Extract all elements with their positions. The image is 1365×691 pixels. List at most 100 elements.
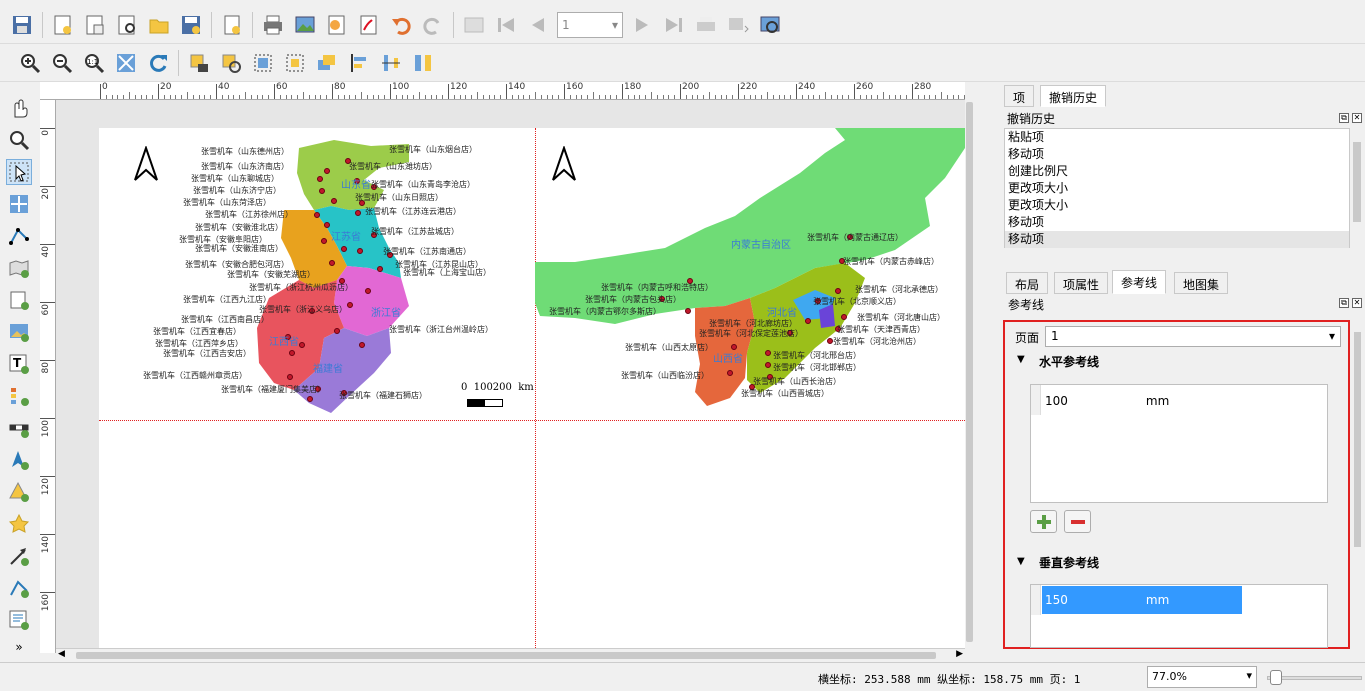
history-scrollbar[interactable]	[1351, 128, 1363, 248]
store-point[interactable]	[377, 266, 383, 272]
raise-items-icon[interactable]	[314, 50, 340, 76]
export-image-icon[interactable]	[292, 12, 318, 38]
vertical-guides-list[interactable]: 150 mm	[1030, 584, 1328, 648]
print-atlas-icon[interactable]	[693, 12, 719, 38]
add-3d-map-icon[interactable]	[6, 287, 32, 313]
atlas-page-combo[interactable]: 1 ▾	[557, 11, 623, 38]
store-point[interactable]	[321, 238, 327, 244]
store-point[interactable]	[287, 374, 293, 380]
store-point[interactable]	[334, 328, 340, 334]
new-page-icon[interactable]	[219, 12, 245, 38]
unlock-items-icon[interactable]	[218, 50, 244, 76]
store-point[interactable]	[331, 198, 337, 204]
store-point[interactable]	[835, 288, 841, 294]
distribute-icon[interactable]	[378, 50, 404, 76]
store-point[interactable]	[365, 288, 371, 294]
store-point[interactable]	[299, 342, 305, 348]
close-icon-2[interactable]: ✕	[1352, 298, 1362, 308]
collapse-horizontal-icon[interactable]: ▼	[1017, 354, 1025, 365]
remove-guide-button[interactable]	[1064, 510, 1091, 533]
move-content-icon[interactable]	[6, 191, 32, 217]
history-item[interactable]: 更改项大小	[1005, 180, 1349, 197]
previous-feature-icon[interactable]	[525, 12, 551, 38]
add-guide-button[interactable]	[1030, 510, 1057, 533]
store-point[interactable]	[314, 212, 320, 218]
store-point[interactable]	[805, 318, 811, 324]
tab-undo-history[interactable]: 撤销历史	[1040, 85, 1107, 107]
history-item[interactable]: 创建比例尺	[1005, 163, 1349, 180]
new-layout-icon[interactable]	[50, 12, 76, 38]
export-pdf-icon[interactable]	[356, 12, 382, 38]
add-marker-icon[interactable]	[6, 511, 32, 537]
store-point[interactable]	[319, 188, 325, 194]
store-point[interactable]	[307, 396, 313, 402]
atlas-settings-icon[interactable]	[757, 12, 783, 38]
align-left-icon[interactable]	[346, 50, 372, 76]
zoom-in-icon[interactable]	[17, 50, 43, 76]
zoom-slider-handle[interactable]	[1270, 670, 1282, 685]
horizontal-guide-row[interactable]: 100 mm	[1045, 387, 1169, 415]
vertical-scrollbar[interactable]	[965, 82, 975, 662]
map-item-north-china[interactable]: 张雪机车（内蒙古通辽店） 张雪机车（内蒙古赤峰店） 张雪机车（内蒙古呼和浩特店） 张雪…	[535, 128, 965, 418]
store-point[interactable]	[685, 308, 691, 314]
ungroup-items-icon[interactable]	[282, 50, 308, 76]
group-items-icon[interactable]	[250, 50, 276, 76]
add-legend-icon[interactable]	[6, 383, 32, 409]
horizontal-guides-list[interactable]: 100 mm	[1030, 384, 1328, 503]
scroll-left-icon[interactable]: ◀	[58, 649, 65, 659]
store-point[interactable]	[765, 350, 771, 356]
guides-scrollbar[interactable]	[1352, 320, 1363, 660]
refresh-icon[interactable]	[145, 50, 171, 76]
store-point[interactable]	[324, 222, 330, 228]
history-item[interactable]: 移动项	[1005, 214, 1349, 231]
store-point[interactable]	[289, 350, 295, 356]
layout-manager-icon[interactable]	[114, 12, 140, 38]
history-item-selected[interactable]: 移动项	[1005, 231, 1349, 248]
vertical-guide-row-selected[interactable]: 150 mm	[1042, 586, 1242, 614]
history-item[interactable]: 更改项大小	[1005, 197, 1349, 214]
tab-atlas[interactable]: 地图集	[1174, 272, 1229, 294]
add-north-arrow-icon[interactable]	[6, 447, 32, 473]
zoom-actual-icon[interactable]: 1:1	[81, 50, 107, 76]
next-feature-icon[interactable]	[629, 12, 655, 38]
undo-icon[interactable]	[388, 12, 414, 38]
tab-layout[interactable]: 布局	[1006, 272, 1049, 294]
store-point[interactable]	[347, 302, 353, 308]
north-arrow-left[interactable]	[131, 144, 161, 185]
scale-bar[interactable]: 0 100200 km	[461, 382, 534, 407]
history-item[interactable]: 移动项	[1005, 146, 1349, 163]
map-item-east-china[interactable]: 张雪机车（山东德州店） 张雪机车（山东烟台店） 张雪机车（山东济南店） 张雪机车（山东…	[109, 128, 534, 418]
float-icon[interactable]: ⧉	[1339, 113, 1349, 123]
store-point[interactable]	[359, 342, 365, 348]
zoom-out-icon[interactable]	[49, 50, 75, 76]
horizontal-scrollbar[interactable]: ◀ ▶	[56, 648, 965, 662]
horizontal-guide-value[interactable]: 100	[1045, 394, 1068, 408]
add-arrow-icon[interactable]	[6, 543, 32, 569]
layout-canvas[interactable]: 张雪机车（山东德州店） 张雪机车（山东烟台店） 张雪机车（山东济南店） 张雪机车（山东…	[56, 100, 965, 648]
redo-icon[interactable]	[420, 12, 446, 38]
store-point[interactable]	[341, 246, 347, 252]
open-folder-icon[interactable]	[146, 12, 172, 38]
zoom-value[interactable]: 77.0%	[1152, 670, 1187, 683]
print-icon[interactable]	[260, 12, 286, 38]
zoom-tool-icon[interactable]	[6, 127, 32, 153]
scroll-right-icon[interactable]: ▶	[956, 649, 963, 659]
zoom-combo[interactable]: 77.0% ▾	[1147, 666, 1257, 688]
north-arrow-right[interactable]	[549, 144, 579, 185]
add-label-icon[interactable]: T	[6, 351, 32, 377]
page-select[interactable]: 1 ▾	[1045, 326, 1341, 347]
select-move-icon[interactable]	[6, 159, 32, 185]
resize-icon[interactable]	[410, 50, 436, 76]
undo-history-list[interactable]: 粘贴项 移动项 创建比例尺 更改项大小 更改项大小 移动项 移动项	[1004, 128, 1350, 248]
duplicate-layout-icon[interactable]	[82, 12, 108, 38]
tab-item-properties[interactable]: 项属性	[1054, 272, 1109, 294]
add-node-item-icon[interactable]	[6, 575, 32, 601]
store-point[interactable]	[355, 210, 361, 216]
export-atlas-icon[interactable]	[725, 12, 751, 38]
add-html-icon[interactable]	[6, 607, 32, 633]
tab-items[interactable]: 项	[1004, 85, 1035, 107]
save-template-icon[interactable]	[178, 12, 204, 38]
store-point[interactable]	[727, 370, 733, 376]
save-icon[interactable]	[9, 12, 35, 38]
add-scalebar-icon[interactable]	[6, 415, 32, 441]
